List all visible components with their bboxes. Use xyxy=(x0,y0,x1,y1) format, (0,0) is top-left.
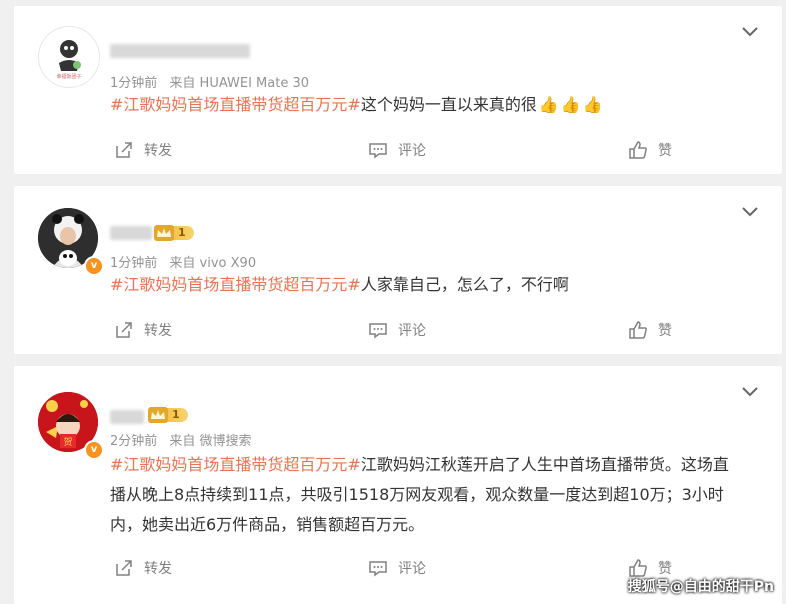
post-text: #江歌妈妈首场直播带货超百万元#人家靠自己，怎么了，不行啊 xyxy=(110,270,752,300)
topic-link[interactable]: #江歌妈妈首场直播带货超百万元# xyxy=(110,95,361,114)
comment-icon xyxy=(369,323,387,339)
repost-button[interactable]: 转发 xyxy=(114,558,172,578)
like-icon xyxy=(629,321,647,339)
verified-badge-icon: v xyxy=(84,256,104,276)
comment-button[interactable]: 评论 xyxy=(368,558,426,578)
user-level-number: 1 xyxy=(172,226,194,240)
topic-link[interactable]: #江歌妈妈首场直播带货超百万元# xyxy=(110,275,361,294)
crown-icon xyxy=(154,225,174,241)
username-blurred[interactable] xyxy=(110,410,144,424)
post-card-1: 幸福饭团子 1分钟前 来自 HUAWEI Mate 30 #江歌妈妈首场直播带货… xyxy=(14,6,782,174)
chevron-down-icon[interactable] xyxy=(740,24,760,38)
post-time[interactable]: 1分钟前 xyxy=(110,256,157,271)
comment-icon xyxy=(369,143,387,159)
post-meta: 1分钟前 来自 HUAWEI Mate 30 xyxy=(110,72,317,91)
comment-icon xyxy=(369,561,387,577)
post-card-2: v 1 1分钟前 来自 vivo X90 #江歌妈妈首场直播带货超百万元#人家靠… xyxy=(14,186,782,354)
repost-icon xyxy=(116,322,132,338)
post-body: 这个妈妈一直以来真的很 xyxy=(360,95,537,114)
repost-button[interactable]: 转发 xyxy=(114,140,172,160)
post-text: #江歌妈妈首场直播带货超百万元#这个妈妈一直以来真的很 👍👍👍 xyxy=(110,90,752,120)
post-actions: 转发 评论 赞 xyxy=(14,320,782,344)
user-level-badge[interactable]: 1 xyxy=(154,224,194,242)
post-meta: 2分钟前 来自 微博搜索 xyxy=(110,430,260,449)
like-icon xyxy=(629,141,647,159)
repost-button[interactable]: 转发 xyxy=(114,320,172,340)
svg-text:贺: 贺 xyxy=(63,436,72,448)
like-label: 赞 xyxy=(658,561,672,577)
topic-link[interactable]: #江歌妈妈首场直播带货超百万元# xyxy=(110,455,361,474)
like-label: 赞 xyxy=(658,323,672,339)
post-body: 人家靠自己，怎么了，不行啊 xyxy=(360,275,569,294)
like-icon xyxy=(629,559,647,577)
post-meta: 1分钟前 来自 vivo X90 xyxy=(110,252,264,271)
post-actions: 转发 评论 赞 xyxy=(14,140,782,164)
comment-button[interactable]: 评论 xyxy=(368,320,426,340)
username-blurred[interactable] xyxy=(110,226,152,240)
post-text: #江歌妈妈首场直播带货超百万元#江歌妈妈江秋莲开启了人生中首场直播带货。这场直 … xyxy=(110,450,752,540)
post-source: 来自 vivo X90 xyxy=(169,256,257,271)
like-button[interactable]: 赞 xyxy=(628,320,672,340)
verified-badge-icon: v xyxy=(84,440,104,460)
repost-label: 转发 xyxy=(144,143,172,159)
post-body-line-3: 内，她卖出近6万件商品，销售额超百万元。 xyxy=(110,515,425,534)
comment-label: 评论 xyxy=(398,323,426,339)
repost-icon xyxy=(116,142,132,158)
post-time[interactable]: 1分钟前 xyxy=(110,76,157,91)
watermark: 搜狐号@自由的甜干Pn xyxy=(627,579,774,595)
post-text-line-1: #江歌妈妈首场直播带货超百万元#江歌妈妈江秋莲开启了人生中首场直播带货。这场直 xyxy=(110,450,752,480)
post-time[interactable]: 2分钟前 xyxy=(110,434,157,449)
username-blurred[interactable] xyxy=(110,44,250,58)
post-source: 来自 微博搜索 xyxy=(169,434,252,449)
like-button[interactable]: 赞 xyxy=(628,558,672,578)
repost-icon xyxy=(116,560,132,576)
post-source: 来自 HUAWEI Mate 30 xyxy=(169,76,310,91)
post-body-line-2: 播从晚上8点持续到11点，共吸引1518万网友观看，观众数量一度达到超10万；3… xyxy=(110,485,724,504)
comment-label: 评论 xyxy=(398,561,426,577)
chevron-down-icon[interactable] xyxy=(740,204,760,218)
post-body-line-1: 江歌妈妈江秋莲开启了人生中首场直播带货。这场直 xyxy=(360,455,729,474)
like-button[interactable]: 赞 xyxy=(628,140,672,160)
avatar-caption: 幸福饭团子 xyxy=(56,74,82,80)
user-level-badge[interactable]: 1 xyxy=(148,406,188,424)
chevron-down-icon[interactable] xyxy=(740,384,760,398)
like-label: 赞 xyxy=(658,143,672,159)
comment-button[interactable]: 评论 xyxy=(368,140,426,160)
thumbs-up-emoji: 👍👍👍 xyxy=(538,95,605,114)
user-level-number: 1 xyxy=(166,408,188,422)
avatar[interactable]: 幸福饭团子 xyxy=(38,26,100,88)
comment-label: 评论 xyxy=(398,143,426,159)
repost-label: 转发 xyxy=(144,561,172,577)
crown-icon xyxy=(148,407,168,423)
repost-label: 转发 xyxy=(144,323,172,339)
post-card-3: 贺 v 1 2分钟前 来自 微博搜索 #江歌妈妈首场直播带货超百万元#江歌妈妈江… xyxy=(14,366,782,604)
